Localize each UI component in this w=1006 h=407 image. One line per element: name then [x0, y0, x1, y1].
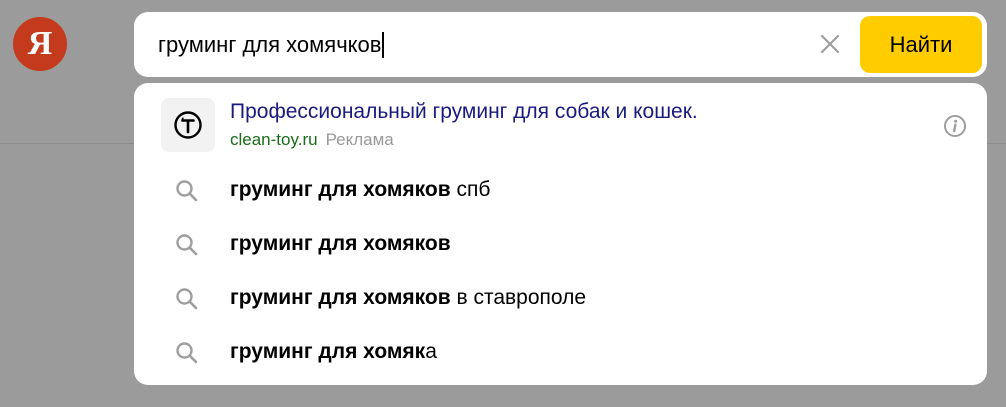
suggest-dropdown: Профессиональный груминг для собак и кош…	[134, 83, 987, 385]
tinkoff-t-logo-icon	[161, 98, 215, 152]
suggestion-item[interactable]: груминг для хомяка	[134, 325, 987, 379]
suggestion-match: груминг для хомяков	[230, 232, 451, 255]
suggestion-match: груминг для хомяков	[230, 286, 451, 309]
ad-label: Реклама	[325, 130, 394, 149]
text-caret	[382, 32, 385, 58]
ad-meta: clean-toy.ru Реклама	[230, 129, 394, 151]
search-input[interactable]: груминг для хомячков	[158, 29, 385, 61]
search-icon	[176, 180, 198, 202]
search-icon	[176, 234, 198, 256]
suggestion-text: груминг для хомяков спб	[230, 176, 490, 204]
info-icon[interactable]	[943, 114, 967, 138]
ad-domain: clean-toy.ru	[230, 130, 318, 149]
suggestion-text: груминг для хомяков	[230, 230, 451, 258]
suggestion-text: груминг для хомяка	[230, 338, 437, 366]
suggestion-item[interactable]: груминг для хомяков в ставрополе	[134, 271, 987, 325]
ad-title[interactable]: Профессиональный груминг для собак и кош…	[230, 99, 698, 125]
suggestion-rest: в ставрополе	[450, 286, 587, 309]
search-box: груминг для хомячков Найти	[134, 12, 987, 77]
ad-suggestion[interactable]: Профессиональный груминг для собак и кош…	[134, 83, 987, 163]
suggestion-text: груминг для хомяков в ставрополе	[230, 284, 586, 312]
suggestion-match: груминг для хомяков	[230, 178, 451, 201]
search-icon	[176, 288, 198, 310]
yandex-logo[interactable]: Я	[13, 17, 67, 71]
suggestion-match: груминг для хомяк	[230, 340, 426, 363]
search-button[interactable]: Найти	[860, 16, 982, 73]
suggestion-item[interactable]: груминг для хомяков	[134, 217, 987, 271]
suggestion-item[interactable]: груминг для хомяков спб	[134, 163, 987, 217]
close-icon[interactable]	[818, 32, 842, 56]
suggestion-rest: а	[425, 340, 437, 363]
logo-letter: Я	[27, 25, 53, 62]
suggestion-rest: спб	[450, 178, 491, 201]
search-query-text: груминг для хомячков	[158, 32, 382, 57]
search-icon	[176, 342, 198, 364]
